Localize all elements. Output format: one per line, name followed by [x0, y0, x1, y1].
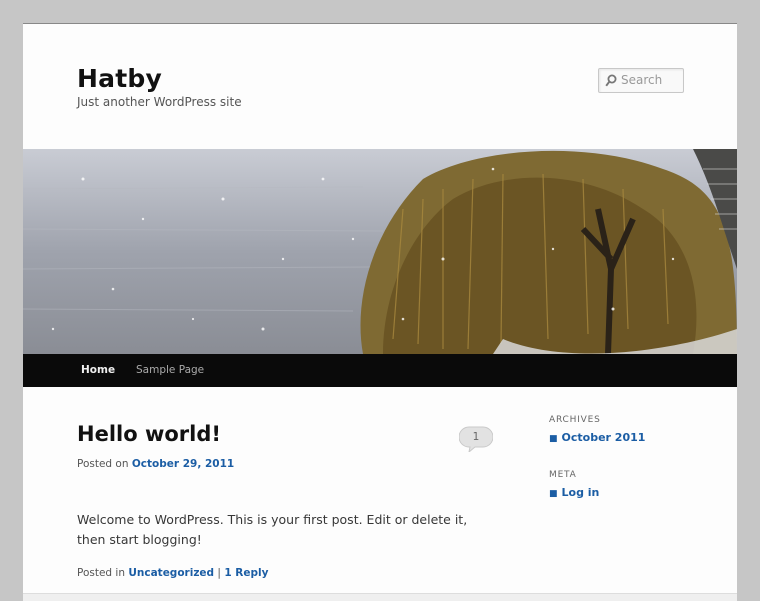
post-date-line: Posted on October 29, 2011 [77, 458, 234, 470]
reply-link[interactable]: 1 Reply [224, 567, 268, 579]
posted-on-prefix: Posted on [77, 458, 129, 470]
header-image [23, 149, 737, 354]
login-link[interactable]: Log in [562, 486, 600, 499]
meta-widget-title: META [549, 470, 577, 480]
archive-link[interactable]: October 2011 [562, 431, 646, 444]
posted-in-prefix: Posted in [77, 567, 126, 579]
category-link[interactable]: Uncategorized [128, 567, 214, 579]
site-description: Just another WordPress site [77, 95, 242, 109]
search-icon [605, 74, 617, 87]
bullet-icon: ■ [549, 489, 558, 499]
comment-count: 1 [472, 431, 480, 443]
post-title[interactable]: Hello world! [77, 422, 221, 446]
site-title[interactable]: Hatby [77, 64, 162, 93]
comment-count-bubble[interactable]: 1 [458, 426, 494, 454]
main-navigation: Home Sample Page [23, 354, 737, 387]
search-placeholder: Search [621, 73, 663, 87]
meta-item: ■ Log in [549, 486, 599, 499]
nav-item-sample-page[interactable]: Sample Page [136, 364, 204, 376]
page: Hatby Just another WordPress site Search [23, 23, 737, 601]
meta-separator: | [217, 567, 221, 579]
archive-item: ■ October 2011 [549, 431, 645, 444]
nav-item-home[interactable]: Home [81, 364, 115, 376]
search-input[interactable]: Search [598, 68, 684, 93]
post-date-link[interactable]: October 29, 2011 [132, 458, 234, 470]
post-footer-meta: Posted in Uncategorized | 1 Reply [77, 567, 268, 579]
archives-widget-title: ARCHIVES [549, 415, 601, 425]
bullet-icon: ■ [549, 434, 558, 444]
post-content: Welcome to WordPress. This is your first… [77, 512, 468, 547]
